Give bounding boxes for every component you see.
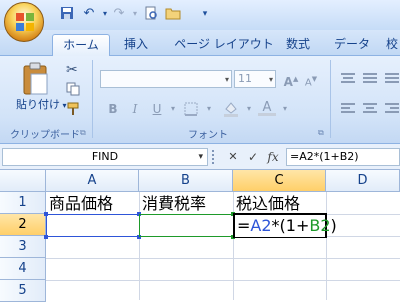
formula-ref-b2: B2 (309, 216, 331, 235)
tab-home[interactable]: ホーム (52, 34, 110, 57)
fill-color-dropdown-icon[interactable]: ▾ (240, 100, 258, 118)
save-icon[interactable] (58, 6, 76, 22)
grow-font-icon[interactable]: A▲ (282, 70, 300, 89)
align-bottom-icon[interactable] (384, 72, 400, 87)
tab-insert[interactable]: 挿入 (118, 34, 154, 56)
office-button[interactable] (4, 2, 44, 42)
office-logo-icon (16, 13, 34, 31)
font-size-value: 11 (238, 72, 252, 85)
align-middle-icon[interactable] (362, 72, 378, 87)
column-header-d[interactable]: D (326, 170, 400, 192)
tab-data[interactable]: データ (330, 34, 374, 56)
formula-operator: *(1+ (271, 216, 310, 235)
italic-icon[interactable]: I (126, 100, 144, 118)
open-folder-icon[interactable] (164, 6, 182, 22)
align-left-icon[interactable] (340, 102, 356, 117)
align-right-icon[interactable] (384, 102, 400, 117)
clipboard-launcher-icon[interactable]: ⧉ (80, 128, 86, 138)
row-header-5[interactable]: 5 (0, 280, 46, 302)
gridline (46, 280, 400, 281)
align-top-icon[interactable] (340, 72, 356, 87)
chevron-down-icon: ▾ (268, 75, 273, 84)
font-size-dropdown[interactable]: 11 ▾ (234, 70, 276, 88)
font-color-icon[interactable]: A (258, 100, 276, 118)
formula-input[interactable]: =A2*(1+B2) (286, 148, 400, 166)
column-header-c[interactable]: C (233, 170, 326, 192)
ribbon-separator (330, 60, 331, 138)
formula-close: ) (330, 216, 337, 235)
font-name-dropdown[interactable]: ▾ (100, 70, 232, 88)
cut-icon[interactable]: ✂ (66, 62, 78, 78)
font-group-label: フォント (188, 130, 228, 141)
paste-label: 貼り付け (16, 98, 60, 111)
fill-color-icon[interactable] (222, 100, 240, 121)
tab-formulas[interactable]: 数式 (280, 34, 316, 56)
ribbon-tab-bar: ホーム 挿入 ページ レイアウト 数式 データ 校 (0, 30, 400, 57)
clipboard-group-label: クリップボード (10, 130, 80, 141)
name-box-value: FIND (91, 150, 119, 163)
font-color-dropdown-icon[interactable]: ▾ (276, 100, 294, 118)
row-header-1[interactable]: 1 (0, 192, 46, 214)
print-preview-icon[interactable] (142, 6, 160, 22)
borders-icon[interactable] (184, 102, 200, 119)
cell-b2[interactable] (140, 215, 233, 237)
select-all-corner[interactable] (0, 170, 46, 192)
align-center-icon[interactable] (362, 102, 378, 117)
row-header-4[interactable]: 4 (0, 258, 46, 280)
chevron-down-icon[interactable]: ▾ (198, 149, 203, 165)
cell-b1[interactable]: 消費税率 (140, 193, 233, 215)
column-header-a[interactable]: A (46, 170, 139, 192)
paste-icon[interactable] (22, 62, 50, 96)
splitter-handle[interactable] (212, 150, 218, 164)
tab-review[interactable]: 校 (384, 34, 400, 56)
ribbon-separator (92, 60, 93, 138)
alignment-group-label (372, 128, 396, 140)
row-header-2[interactable]: 2 (0, 214, 46, 236)
tab-page-layout[interactable]: ページ レイアウト (168, 34, 280, 56)
underline-dropdown-icon[interactable]: ▾ (164, 100, 182, 118)
cell-a2[interactable] (47, 215, 139, 237)
copy-icon[interactable] (66, 82, 80, 99)
cancel-icon[interactable]: ✕ (224, 148, 242, 166)
insert-function-icon[interactable]: fx (264, 148, 282, 166)
cell-a1[interactable]: 商品価格 (47, 193, 139, 215)
font-name-value (101, 72, 103, 85)
borders-dropdown-icon[interactable]: ▾ (200, 100, 218, 118)
enter-icon[interactable]: ✓ (244, 148, 262, 166)
format-painter-icon[interactable] (66, 102, 80, 119)
cell-c1[interactable]: 税込価格 (234, 193, 326, 215)
gridline (326, 192, 327, 300)
bold-icon[interactable]: B (104, 100, 122, 118)
gridline (46, 258, 400, 259)
font-launcher-icon[interactable]: ⧉ (318, 128, 324, 138)
column-header-b[interactable]: B (139, 170, 233, 192)
formula-ref-a2: A2 (250, 216, 272, 235)
customize-toolbar-icon[interactable]: ▾ (196, 6, 214, 22)
chevron-down-icon: ▾ (224, 75, 229, 84)
paste-button[interactable]: 貼り付け ▾ (16, 96, 67, 112)
ribbon: 貼り付け ▾ ✂ クリップボード ⧉ ▾ 11 ▾ A▲ A▼ B I U ▾ … (0, 56, 400, 144)
cell-c2[interactable]: =A2*(1+B2) (235, 215, 337, 237)
formula-eq: = (237, 216, 251, 235)
name-box[interactable]: FIND ▾ (2, 148, 208, 166)
shrink-font-icon[interactable]: A▼ (302, 70, 320, 88)
row-header-3[interactable]: 3 (0, 236, 46, 258)
